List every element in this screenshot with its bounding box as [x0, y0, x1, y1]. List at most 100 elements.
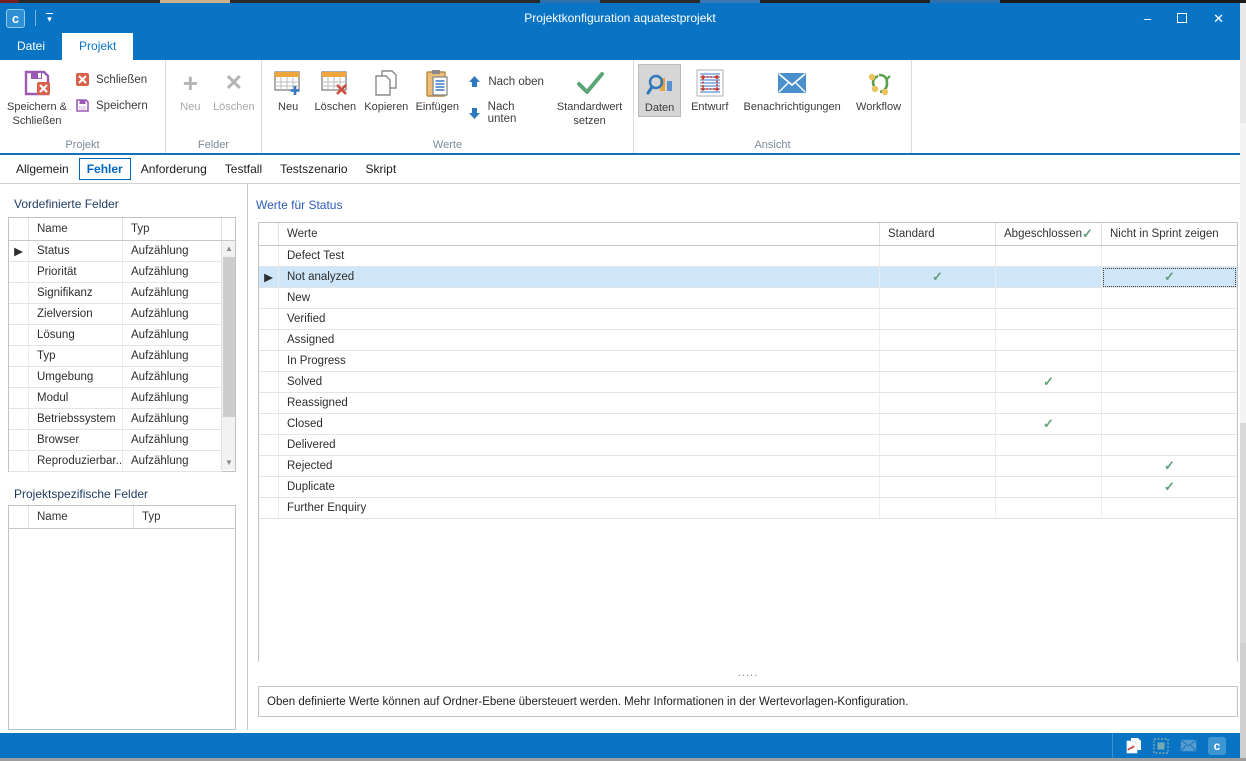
field-name-cell[interactable]: Signifikanz — [29, 283, 123, 304]
column-header-name[interactable]: Name — [29, 218, 123, 240]
value-row[interactable]: Duplicate✓ — [259, 477, 1237, 498]
close-button[interactable]: ✕ — [1213, 12, 1224, 25]
value-row[interactable]: Assigned — [259, 330, 1237, 351]
field-row[interactable]: SignifikanzAufzählung — [9, 283, 222, 304]
value-delete-button[interactable]: Löschen — [310, 64, 360, 115]
row-indicator[interactable] — [9, 346, 29, 367]
move-down-button[interactable]: Nach unten — [466, 101, 544, 125]
row-indicator[interactable] — [9, 388, 29, 409]
field-row[interactable]: UmgebungAufzählung — [9, 367, 222, 388]
app-logo-icon[interactable]: c — [6, 9, 25, 28]
row-indicator[interactable] — [259, 477, 279, 498]
abgeschlossen-cell[interactable] — [996, 267, 1102, 288]
value-row[interactable]: Rejected✓ — [259, 456, 1237, 477]
scroll-thumb[interactable] — [223, 257, 235, 417]
row-indicator[interactable] — [9, 409, 29, 430]
tab-testfall[interactable]: Testfall — [217, 158, 270, 180]
abgeschlossen-cell[interactable] — [996, 435, 1102, 456]
scroll-down-icon[interactable]: ▼ — [222, 455, 236, 470]
field-typ-cell[interactable]: Aufzählung — [123, 304, 222, 325]
minimize-button[interactable]: – — [1144, 12, 1151, 25]
row-indicator[interactable] — [259, 393, 279, 414]
field-row[interactable]: ▶StatusAufzählung — [9, 241, 222, 262]
workflow-button[interactable]: Workflow — [850, 64, 907, 115]
row-indicator[interactable] — [259, 372, 279, 393]
nicht-in-sprint-cell[interactable] — [1102, 498, 1237, 519]
abgeschlossen-cell[interactable] — [996, 309, 1102, 330]
field-typ-cell[interactable]: Aufzählung — [123, 325, 222, 346]
row-indicator[interactable] — [259, 414, 279, 435]
tab-allgemein[interactable]: Allgemein — [8, 158, 77, 180]
standard-cell[interactable] — [880, 456, 996, 477]
field-typ-cell[interactable]: Aufzählung — [123, 430, 222, 451]
quick-access-dropdown-icon[interactable]: ▾ — [46, 13, 53, 24]
field-name-cell[interactable]: Zielversion — [29, 304, 123, 325]
row-indicator[interactable] — [259, 456, 279, 477]
value-name-cell[interactable]: Closed — [279, 414, 880, 435]
standard-cell[interactable] — [880, 498, 996, 519]
ribbon-tab-projekt[interactable]: Projekt — [62, 33, 133, 60]
field-typ-cell[interactable]: Aufzählung — [123, 241, 222, 262]
row-indicator[interactable] — [259, 351, 279, 372]
nicht-in-sprint-cell[interactable]: ✓ — [1102, 267, 1237, 288]
field-row[interactable]: BrowserAufzählung — [9, 430, 222, 451]
row-indicator[interactable] — [9, 325, 29, 346]
copy-button[interactable]: Kopieren — [360, 64, 412, 115]
tab-skript[interactable]: Skript — [358, 158, 405, 180]
row-indicator[interactable] — [9, 451, 29, 472]
standard-cell[interactable] — [880, 246, 996, 267]
tab-anforderung[interactable]: Anforderung — [133, 158, 215, 180]
abgeschlossen-cell[interactable] — [996, 456, 1102, 477]
value-name-cell[interactable]: Reassigned — [279, 393, 880, 414]
row-indicator[interactable] — [9, 262, 29, 283]
nicht-in-sprint-cell[interactable] — [1102, 246, 1237, 267]
value-row[interactable]: New — [259, 288, 1237, 309]
abgeschlossen-cell[interactable] — [996, 477, 1102, 498]
value-name-cell[interactable]: Solved — [279, 372, 880, 393]
standard-cell[interactable] — [880, 288, 996, 309]
field-name-cell[interactable]: Modul — [29, 388, 123, 409]
standard-cell[interactable] — [880, 330, 996, 351]
save-and-close-button[interactable]: Speichern & Schließen — [4, 64, 70, 129]
field-name-cell[interactable]: Typ — [29, 346, 123, 367]
abgeschlossen-cell[interactable] — [996, 393, 1102, 414]
value-row[interactable]: Solved ✓ — [259, 372, 1237, 393]
standard-cell[interactable] — [880, 309, 996, 330]
tab-fehler[interactable]: Fehler — [79, 158, 131, 180]
value-name-cell[interactable]: Verified — [279, 309, 880, 330]
field-name-cell[interactable]: Betriebssystem — [29, 409, 123, 430]
save-project-button[interactable]: Speichern — [74, 97, 148, 114]
nicht-in-sprint-cell[interactable] — [1102, 330, 1237, 351]
row-indicator[interactable] — [9, 367, 29, 388]
field-name-cell[interactable]: Lösung — [29, 325, 123, 346]
value-row[interactable]: Further Enquiry — [259, 498, 1237, 519]
nicht-in-sprint-cell[interactable] — [1102, 414, 1237, 435]
value-name-cell[interactable]: Assigned — [279, 330, 880, 351]
field-delete-button[interactable]: ✕ Löschen — [211, 64, 257, 115]
row-indicator[interactable] — [9, 430, 29, 451]
value-row[interactable]: Verified — [259, 309, 1237, 330]
column-header-nicht-in-sprint[interactable]: Nicht in Sprint zeigen — [1102, 223, 1237, 245]
splitter-handle[interactable]: ..... — [258, 667, 1238, 679]
copy-report-icon[interactable] — [1125, 737, 1142, 754]
field-typ-cell[interactable]: Aufzählung — [123, 262, 222, 283]
field-new-button[interactable]: + Neu — [170, 64, 211, 115]
abgeschlossen-cell[interactable] — [996, 288, 1102, 309]
nicht-in-sprint-cell[interactable] — [1102, 351, 1237, 372]
abgeschlossen-cell[interactable] — [996, 498, 1102, 519]
field-typ-cell[interactable]: Aufzählung — [123, 346, 222, 367]
value-name-cell[interactable]: Not analyzed — [279, 267, 880, 288]
nicht-in-sprint-cell[interactable] — [1102, 393, 1237, 414]
row-indicator[interactable] — [259, 246, 279, 267]
notifications-button[interactable]: Benachrichtigungen — [734, 64, 850, 115]
abgeschlossen-cell[interactable]: ✓ — [996, 372, 1102, 393]
value-name-cell[interactable]: Rejected — [279, 456, 880, 477]
row-indicator[interactable] — [9, 283, 29, 304]
view-design-button[interactable]: Entwurf — [685, 64, 734, 115]
standard-cell[interactable] — [880, 435, 996, 456]
field-typ-cell[interactable]: Aufzählung — [123, 451, 222, 472]
aqua-logo[interactable]: c — [1208, 737, 1226, 755]
value-row[interactable]: Reassigned — [259, 393, 1237, 414]
abgeschlossen-cell[interactable] — [996, 246, 1102, 267]
value-row[interactable]: Defect Test — [259, 246, 1237, 267]
